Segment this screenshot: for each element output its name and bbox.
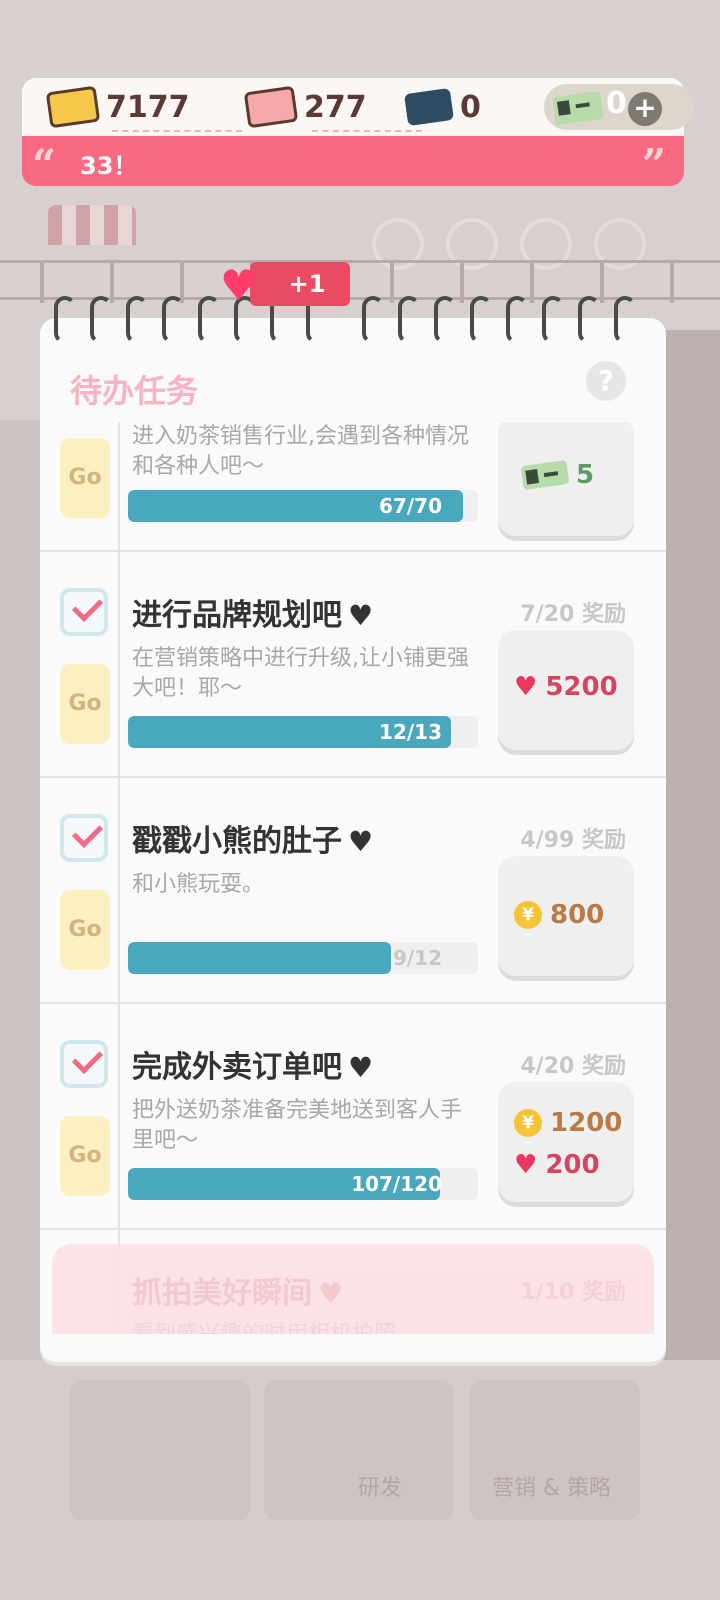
reward-row: ¥ 800 <box>514 900 604 930</box>
task-title: 完成外卖订单吧 ♥ <box>132 1050 374 1085</box>
green-ticket-icon <box>520 459 570 491</box>
add-ticket-button[interactable]: + <box>628 92 662 126</box>
reward-box[interactable]: ♥ 5200 <box>498 630 634 750</box>
heart-icon: ♥ <box>514 1150 538 1180</box>
task-description: 在营销策略中进行升级,让小铺更强大吧！耶～ <box>132 646 469 701</box>
background-tab-marketing: 营销 & 策略 <box>492 1476 612 1501</box>
task-progress-bar: 67/70 <box>128 490 478 522</box>
background-tab-tile <box>70 1380 250 1520</box>
task-progress-label: 12/13 <box>379 720 442 744</box>
blue-ticket-icon <box>403 87 455 127</box>
banner-text: 33！ <box>80 152 138 180</box>
reward-box[interactable]: 5 <box>498 422 634 536</box>
task-progress-label: 9/12 <box>392 946 442 970</box>
blue-ticket-value: 0 <box>460 89 481 125</box>
reward-row: ♥ 200 <box>514 1150 600 1180</box>
blue-ticket-counter: 0 <box>403 86 481 128</box>
reward-value: 200 <box>545 1150 600 1180</box>
reward-value: 5 <box>576 460 595 490</box>
reward-row: ♥ 5200 <box>514 672 618 702</box>
task-title: 进行品牌规划吧 ♥ <box>132 598 374 633</box>
announcement-banner[interactable]: “ 33！ ” <box>22 136 684 189</box>
help-button[interactable]: ? <box>586 361 626 401</box>
task-item: Go 完成外卖订单吧 ♥ 4/20 奖励 把外送奶茶准备完美地送到客人手里吧～ 1… <box>40 1004 666 1230</box>
task-progress-bar: 12/13 <box>128 716 478 748</box>
go-button[interactable]: Go <box>60 1116 110 1196</box>
green-ticket-counter: 0 <box>544 84 694 130</box>
reward-row: 5 <box>520 459 595 491</box>
task-progress-label: 107/120 <box>351 1172 442 1196</box>
divider <box>312 130 422 132</box>
reward-value: 800 <box>550 900 605 930</box>
gold-card-icon <box>45 85 101 129</box>
coin-icon: ¥ <box>514 901 542 929</box>
heart-icon: ♥ <box>220 261 258 310</box>
heart-icon: ♥ <box>318 1277 344 1310</box>
task-description: 把外送奶茶准备完美地送到客人手里吧～ <box>132 1098 463 1153</box>
task-count: 7/20 奖励 <box>520 602 626 627</box>
heart-card-value: 277 <box>304 89 367 125</box>
task-item: Go 进行品牌规划吧 ♥ 7/20 奖励 在营销策略中进行升级,让小铺更强大吧！耶… <box>40 552 666 778</box>
heart-icon: ♥ <box>514 672 538 702</box>
task-title: 戳戳小熊的肚子 ♥ <box>132 824 374 859</box>
close-quote-icon: ” <box>641 140 666 189</box>
task-progress-label: 67/70 <box>379 494 442 518</box>
reward-box[interactable]: ¥ 800 <box>498 856 634 976</box>
resource-bar: 7177 277 0 0 <box>22 78 694 136</box>
background-tab-research: 研发 <box>358 1476 403 1501</box>
task-progress-bar: 107/120 <box>128 1168 478 1200</box>
task-progress-bar: 9/12 <box>128 942 478 974</box>
go-button[interactable]: Go <box>60 438 110 518</box>
divider <box>112 130 242 132</box>
task-description: 进入奶茶销售行业,会遇到各种情况和各种人吧～ <box>132 424 469 479</box>
heart-card-counter: 277 <box>243 85 367 129</box>
task-description: 看到感兴趣的时用相机拍照 <box>132 1320 482 1334</box>
gold-card-value: 7177 <box>106 89 190 125</box>
panel-title: 待办任务 <box>70 372 199 410</box>
task-checkbox[interactable] <box>60 1040 108 1088</box>
reward-value: 1200 <box>550 1108 623 1138</box>
open-quote-icon: “ <box>32 140 57 189</box>
reward-row: ¥ 1200 <box>514 1108 622 1138</box>
task-progress-fill <box>128 942 391 974</box>
task-item: Go 戳戳小熊的肚子 ♥ 4/99 奖励 和小熊玩耍。 9/12 ¥ 800 <box>40 778 666 1004</box>
heart-icon: ♥ <box>348 1051 374 1084</box>
task-item-faded: 抓拍美好瞬间♥ 1/10 奖励 看到感兴趣的时用相机拍照 <box>52 1244 654 1334</box>
go-button[interactable]: Go <box>60 664 110 744</box>
task-description: 和小熊玩耍。 <box>132 872 265 897</box>
task-count: 1/10 奖励 <box>520 1280 626 1305</box>
background-wall <box>660 330 720 1430</box>
task-title: 抓拍美好瞬间 ♥ <box>132 1276 344 1311</box>
heart-card-icon <box>243 85 299 129</box>
go-button[interactable]: Go <box>60 890 110 970</box>
task-checkbox[interactable] <box>60 814 108 862</box>
reward-box[interactable]: ¥ 1200 ♥ 200 <box>498 1082 634 1202</box>
task-count: 4/20 奖励 <box>520 1054 626 1079</box>
background-awning <box>48 205 136 245</box>
reward-value: 5200 <box>545 672 618 702</box>
task-checkbox[interactable] <box>60 588 108 636</box>
green-ticket-icon <box>552 90 604 126</box>
heart-gain-label: +1 <box>250 262 350 306</box>
task-item: Go 进入奶茶销售行业,会遇到各种情况和各种人吧～ 67/70 5 <box>40 422 666 552</box>
background-railing <box>0 260 720 303</box>
task-list[interactable]: Go 进入奶茶销售行业,会遇到各种情况和各种人吧～ 67/70 5 Go 进行品… <box>40 422 666 1334</box>
coin-icon: ¥ <box>514 1109 542 1137</box>
heart-icon: ♥ <box>348 599 374 632</box>
heart-icon: ♥ <box>348 825 374 858</box>
gold-card-counter: 7177 <box>45 85 190 129</box>
task-count: 4/99 奖励 <box>520 828 626 853</box>
green-ticket-value: 0 <box>606 86 627 121</box>
